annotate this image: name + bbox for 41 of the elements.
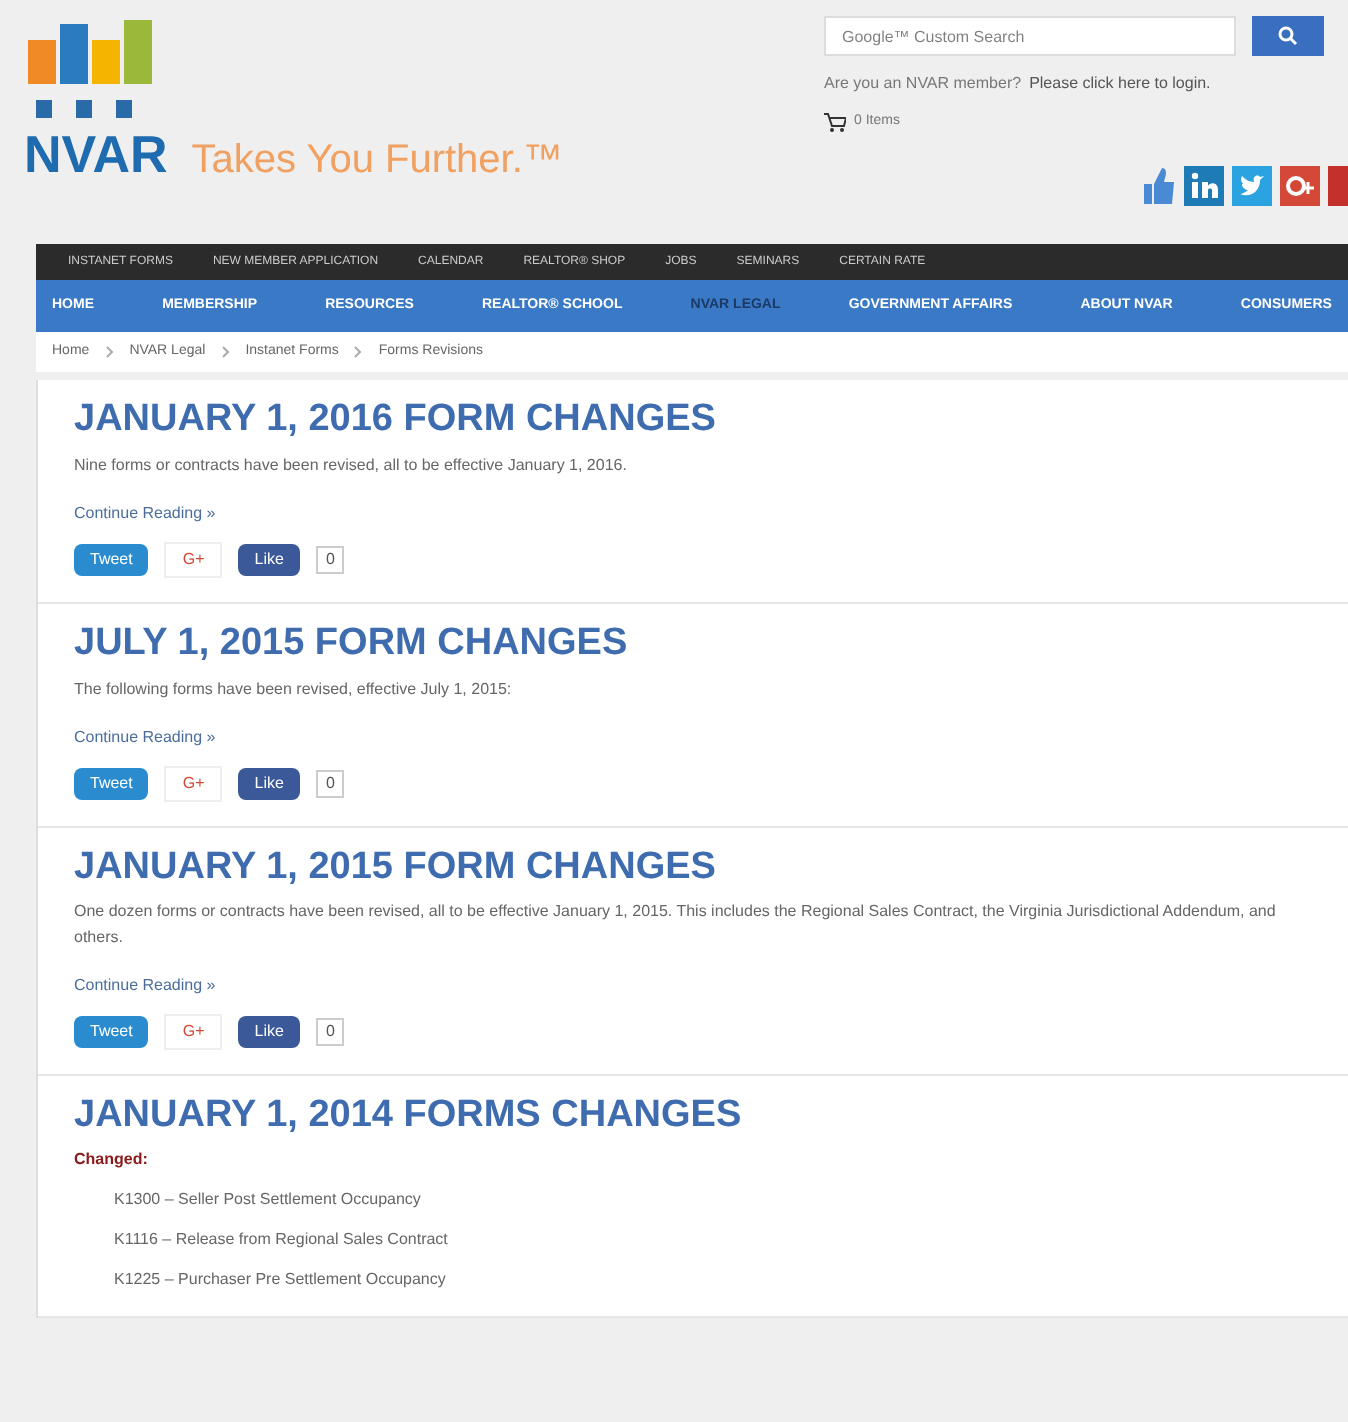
search-button[interactable] (1252, 16, 1324, 56)
chevron-icon (221, 346, 230, 358)
post-summary: Nine forms or contracts have been revised, all to be effective January 1, 2016. (74, 453, 629, 478)
like-count: 0 (315, 769, 345, 797)
continue-reading-link[interactable]: Continue Reading » (74, 725, 1312, 749)
post-title: JULY 1, 2015 FORM CHANGES (74, 619, 630, 667)
chevron-icon (354, 346, 363, 358)
tweet-button[interactable]: Tweet (74, 767, 149, 799)
like-button[interactable]: Like (238, 1016, 300, 1049)
continue-reading-link[interactable]: Continue Reading » (74, 974, 1312, 999)
form-item: K1300 – Seller Post Settlement Occupancy (114, 1188, 423, 1212)
post-summary: The following forms have been revised, effective July 1, 2015: (74, 677, 514, 701)
login-link[interactable]: Please click here to login. (1029, 72, 1211, 96)
post-title: JANUARY 1, 2016 FORM CHANGES (74, 396, 718, 444)
tagline: Takes You Further.™ (191, 140, 563, 180)
like-button[interactable]: Like (238, 767, 300, 799)
continue-reading-link[interactable]: Continue Reading » (74, 501, 1312, 526)
logo-wordmark: NVAR (24, 128, 168, 180)
tweet-button[interactable]: Tweet (74, 1016, 149, 1049)
cart-icon[interactable] (824, 112, 846, 133)
twitter-icon[interactable] (1232, 165, 1272, 205)
like-count: 0 (315, 1018, 345, 1047)
login-prompt: Are you an NVAR member? (824, 72, 1022, 96)
changed-label: Changed: (74, 1148, 150, 1172)
search-field[interactable]: Google™ Custom Search (824, 16, 1236, 56)
post-title: JANUARY 1, 2014 FORMS CHANGES (74, 1092, 744, 1140)
chevron-icon (105, 346, 114, 358)
plus-button[interactable]: G+ (164, 765, 223, 801)
form-item: K1225 – Purchaser Pre Settlement Occupancy (114, 1268, 448, 1292)
form-item: K1116 – Release from Regional Sales Contract (114, 1228, 450, 1252)
plus-button[interactable]: G+ (164, 541, 223, 578)
google-plus-icon[interactable] (1280, 165, 1320, 205)
tweet-button[interactable]: Tweet (74, 543, 149, 576)
like-button[interactable]: Like (238, 543, 300, 576)
search-icon (1278, 26, 1298, 46)
plus-button[interactable]: G+ (164, 1014, 223, 1051)
linkedin-icon[interactable] (1184, 165, 1224, 205)
post-title: JANUARY 1, 2015 FORM CHANGES (74, 843, 718, 891)
thumbs-up-icon[interactable] (1140, 165, 1176, 205)
like-count: 0 (315, 545, 345, 574)
post-summary: One dozen forms or contracts have been revised, all to be effective January 1, 2015. This includes the Regional Sales Contract, the Virginia Jurisdictional Addendum, and others. (74, 900, 1278, 951)
